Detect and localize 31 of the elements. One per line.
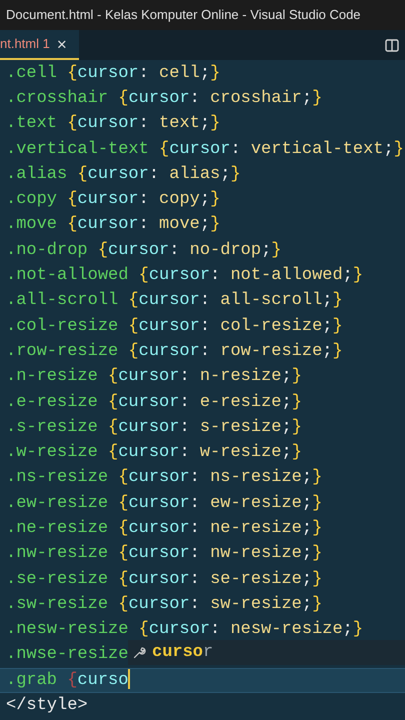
code-line: .w-resize {cursor: w-resize;} (6, 442, 302, 464)
split-editor-icon[interactable] (385, 38, 399, 52)
code-line: .text {cursor: text;} (6, 113, 220, 136)
code-line: .s-resize {cursor: s-resize;} (6, 416, 302, 439)
code-line: .ne-resize {cursor: ne-resize;} (6, 518, 322, 540)
code-line: .sw-resize {cursor: sw-resize;} (6, 594, 322, 616)
code-line: .no-drop {cursor: no-drop;} (6, 240, 282, 262)
code-line: .crosshair {cursor: crosshair;} (6, 88, 322, 110)
editor-tab[interactable]: nt.html 1 × (0, 30, 79, 60)
code-line: .copy {cursor: copy;} (6, 189, 220, 212)
code-line: </style> (6, 695, 88, 718)
code-line: .vertical-text {cursor: vertical-text;} (6, 138, 404, 161)
code-line: .not-allowed {cursor: not-allowed;} (6, 265, 364, 288)
code-line: .grab {curso (6, 668, 130, 692)
code-line: .all-scroll {cursor: all-scroll;} (6, 290, 343, 312)
code-line: .n-resize {cursor: n-resize;} (6, 366, 302, 388)
code-line: .se-resize {cursor: se-resize;} (6, 568, 322, 591)
code-line: .alias {cursor: alias;} (6, 164, 241, 186)
code-line: .nw-resize {cursor: nw-resize;} (6, 543, 322, 566)
code-line: .ns-resize {cursor: ns-resize;} (6, 467, 322, 490)
code-line: .cell {cursor: cell;} (6, 62, 220, 85)
code-line: .col-resize {cursor: col-resize;} (6, 316, 343, 338)
code-line: .e-resize {cursor: e-resize;} (6, 392, 302, 414)
code-line: .row-resize {cursor: row-resize;} (6, 340, 343, 363)
code-line: .nesw-resize {cursor: nesw-resize;} (6, 619, 364, 642)
window-title: Document.html - Kelas Komputer Online - Visual Studio Code (6, 6, 361, 24)
code-line: .nwse-resize (6, 644, 128, 666)
wrench-icon (133, 646, 146, 659)
code-line: .ew-resize {cursor: ew-resize;} (6, 492, 322, 515)
code-line: .move {cursor: move;} (6, 214, 220, 236)
suggestion-item[interactable]: cursor (128, 640, 405, 665)
